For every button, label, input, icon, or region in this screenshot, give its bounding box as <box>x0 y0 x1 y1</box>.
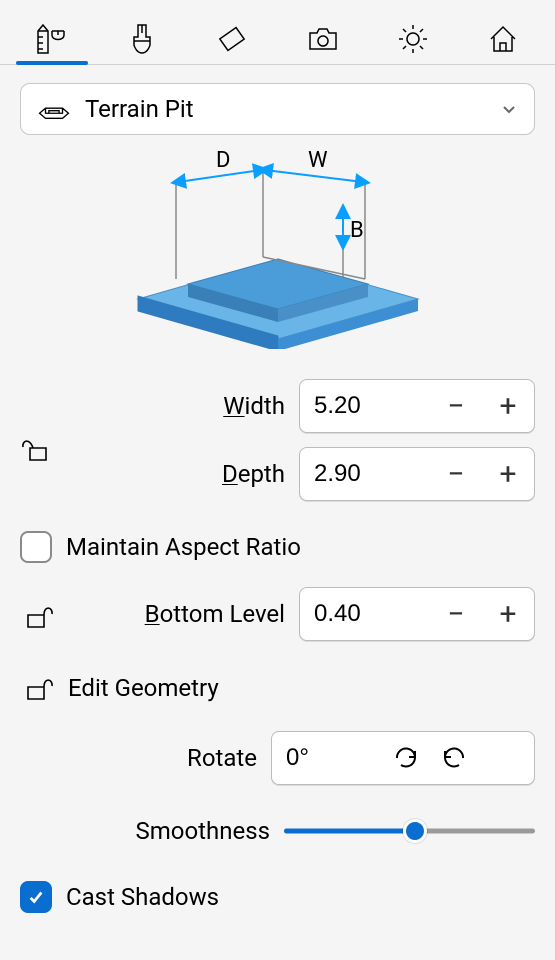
maintain-aspect-label: Maintain Aspect Ratio <box>66 533 301 561</box>
diagram: D W B <box>20 135 535 379</box>
rotate-spinner <box>271 731 535 785</box>
smoothness-slider[interactable] <box>284 817 535 845</box>
lock-open-icon[interactable] <box>20 669 54 703</box>
check-icon <box>27 888 45 906</box>
depth-label: Depth <box>68 460 299 488</box>
tab-sun[interactable] <box>383 14 443 64</box>
width-input[interactable] <box>300 380 430 432</box>
slider-fill <box>284 829 415 834</box>
rotate-ccw-icon <box>441 745 467 771</box>
maintain-aspect-checkbox[interactable] <box>20 531 52 563</box>
width-spinner: − + <box>299 379 535 433</box>
smoothness-label: Smoothness <box>20 817 284 845</box>
cast-shadows-label: Cast Shadows <box>66 883 219 911</box>
width-decrement[interactable]: − <box>430 380 482 432</box>
tab-camera[interactable] <box>293 14 353 64</box>
chevron-down-icon <box>500 100 518 118</box>
depth-spinner: − + <box>299 447 535 501</box>
brush-icon <box>124 21 160 57</box>
diagram-b-label: B <box>350 218 364 243</box>
measure-icon <box>34 21 70 57</box>
bottom-level-spinner: − + <box>299 587 535 641</box>
bottom-level-label: Bottom Level <box>68 600 299 628</box>
rotate-ccw-button[interactable] <box>430 732 478 784</box>
tab-measure[interactable] <box>22 14 82 64</box>
depth-decrement[interactable]: − <box>430 448 482 500</box>
edit-geometry-label: Edit Geometry <box>68 674 219 702</box>
tab-house[interactable] <box>473 14 533 64</box>
width-increment[interactable]: + <box>482 380 534 432</box>
bottom-level-input[interactable] <box>300 588 430 640</box>
bottom-level-increment[interactable]: + <box>482 588 534 640</box>
camera-icon <box>305 21 341 57</box>
depth-input[interactable] <box>300 448 430 500</box>
object-selector-label: Terrain Pit <box>85 95 500 123</box>
lock-open-icon[interactable] <box>20 430 54 464</box>
lock-open-icon[interactable] <box>20 597 54 631</box>
slider-thumb[interactable] <box>403 819 427 843</box>
depth-increment[interactable]: + <box>482 448 534 500</box>
bottom-level-decrement[interactable]: − <box>430 588 482 640</box>
tab-bar <box>0 0 555 65</box>
edit-geometry-row: Edit Geometry <box>20 655 535 721</box>
eraser-icon <box>214 21 250 57</box>
tab-brush[interactable] <box>112 14 172 64</box>
object-selector[interactable]: Terrain Pit <box>20 83 535 135</box>
diagram-d-label: D <box>216 149 230 173</box>
smoothness-row: Smoothness <box>20 799 535 857</box>
diagram-w-label: W <box>308 149 328 173</box>
tab-eraser[interactable] <box>202 14 262 64</box>
properties-panel: Terrain Pit <box>0 0 556 960</box>
rotate-input[interactable] <box>272 732 382 784</box>
cast-shadows-checkbox[interactable] <box>20 881 52 913</box>
terrain-pit-icon <box>37 94 71 124</box>
house-icon <box>485 21 521 57</box>
terrain-pit-diagram: D W B <box>128 149 428 349</box>
rotate-cw-icon <box>393 745 419 771</box>
content-area: Terrain Pit <box>0 65 555 955</box>
rotate-cw-button[interactable] <box>382 732 430 784</box>
rotate-label: Rotate <box>20 744 271 772</box>
width-label: Width <box>68 392 299 420</box>
cast-shadows-row: Cast Shadows <box>20 857 535 937</box>
maintain-aspect-row: Maintain Aspect Ratio <box>20 515 535 587</box>
sun-icon <box>395 21 431 57</box>
